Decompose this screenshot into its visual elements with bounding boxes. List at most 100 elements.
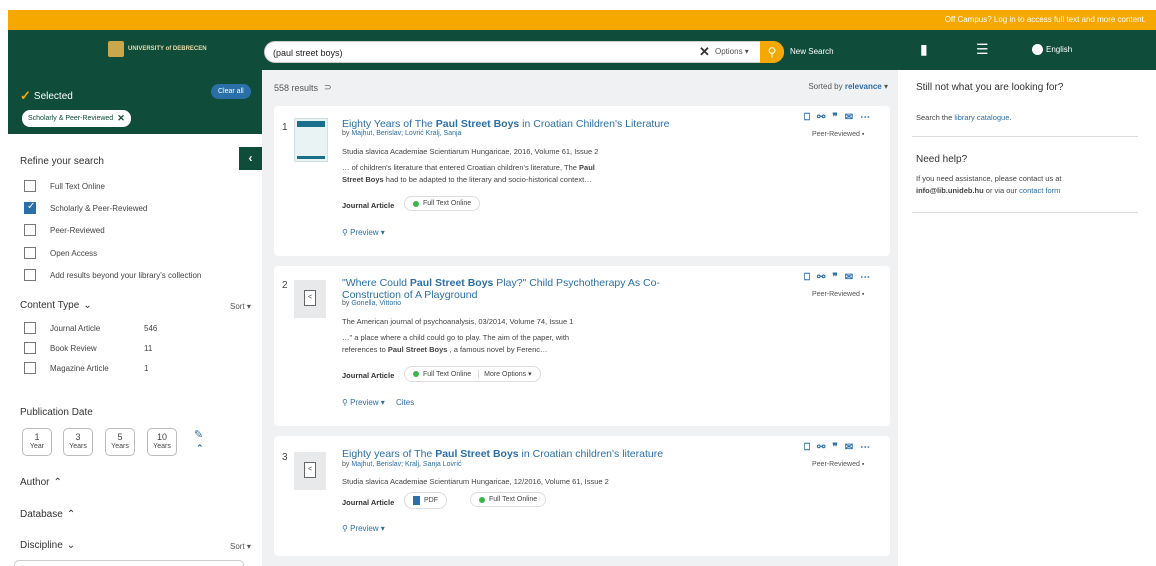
- result-title[interactable]: "Where Could Paul Street Boys Play?" Chi…: [342, 277, 672, 301]
- content-type-item[interactable]: Book Review 11: [24, 342, 184, 354]
- author-facet-toggle[interactable]: Author ⌃: [20, 477, 62, 488]
- title-text: in Croatian Children's Literature: [519, 118, 670, 130]
- rss-icon[interactable]: ⊃: [324, 82, 332, 93]
- email-icon[interactable]: ✉: [845, 112, 853, 123]
- filter-peer-reviewed[interactable]: Peer-Reviewed: [24, 224, 105, 236]
- preview-toggle[interactable]: ⚲ Preview ▾: [342, 524, 385, 533]
- document-thumbnail[interactable]: <: [294, 280, 326, 318]
- bookmark-icon[interactable]: ⎕: [804, 442, 810, 453]
- preview-toggle[interactable]: ⚲ Preview ▾: [342, 228, 385, 237]
- hint-text: Search the: [916, 113, 955, 122]
- cites-link[interactable]: Cites: [396, 398, 414, 407]
- bookmark-icon[interactable]: ⎕: [804, 112, 810, 123]
- chevron-left-icon: ‹: [248, 151, 253, 165]
- remove-chip-icon[interactable]: ✕: [117, 113, 125, 124]
- chevron-up-icon[interactable]: ⌃: [196, 443, 204, 454]
- publication-info: Studia slavica Academiae Scientiarum Hun…: [342, 147, 599, 156]
- filter-scholarly-peer-reviewed[interactable]: Scholarly & Peer-Reviewed: [24, 201, 147, 214]
- help-email[interactable]: info@lib.unideb.hu: [916, 186, 984, 195]
- filter-open-access[interactable]: Open Access: [24, 247, 97, 259]
- content-type-sort[interactable]: Sort ▾: [230, 302, 251, 311]
- authors-link[interactable]: Gonella, Vittorio: [351, 300, 401, 307]
- more-options-dropdown[interactable]: More Options ▾: [478, 370, 532, 378]
- year-unit: Years: [153, 443, 171, 450]
- cite-icon[interactable]: ❞: [832, 272, 837, 283]
- result-title[interactable]: Eighty years of The Paul Street Boys in …: [342, 448, 672, 460]
- pencil-icon[interactable]: ✎: [194, 428, 203, 441]
- year-filter-3[interactable]: 3 Years: [63, 428, 93, 456]
- pill-label: Full Text Online: [423, 370, 472, 378]
- year-unit: Years: [69, 443, 87, 450]
- pdf-button[interactable]: PDF: [404, 492, 447, 509]
- checkbox[interactable]: [24, 269, 36, 281]
- email-icon[interactable]: ✉: [845, 272, 853, 283]
- clear-search-icon[interactable]: ✕: [699, 44, 710, 60]
- link-icon[interactable]: ⚯: [817, 442, 825, 453]
- lock-icon: ▪: [861, 131, 865, 138]
- new-search-link[interactable]: New Search: [790, 47, 834, 56]
- discipline-facet-toggle[interactable]: Discipline ⌄: [20, 540, 75, 551]
- selected-filter-chip[interactable]: Scholarly & Peer-Reviewed ✕: [22, 110, 131, 127]
- book-cover-thumbnail[interactable]: [294, 118, 328, 162]
- cite-icon[interactable]: ❞: [832, 112, 837, 123]
- off-campus-message[interactable]: Off Campus? Log in to access full text a…: [945, 15, 1146, 24]
- language-selector[interactable]: English: [1032, 44, 1072, 55]
- database-facet-toggle[interactable]: Database ⌃: [20, 509, 75, 520]
- full-text-online-button[interactable]: Full Text Online: [470, 492, 547, 507]
- bookmark-icon[interactable]: ▮: [920, 41, 928, 58]
- clear-all-button[interactable]: Clear all: [211, 84, 251, 99]
- checkbox[interactable]: [24, 342, 36, 354]
- filter-full-text-online[interactable]: Full Text Online: [24, 180, 105, 192]
- content-type-toggle[interactable]: Content Type ⌄: [20, 300, 92, 311]
- link-icon[interactable]: ⚯: [817, 272, 825, 283]
- result-authors: by Gonella, Vittorio: [342, 300, 402, 307]
- checkbox[interactable]: [24, 322, 36, 334]
- more-icon[interactable]: ⋯: [860, 442, 870, 453]
- collapse-sidebar-button[interactable]: ‹: [239, 147, 262, 170]
- menu-icon[interactable]: ☰: [976, 41, 989, 58]
- options-dropdown[interactable]: Options ▾: [715, 47, 749, 56]
- sort-dropdown[interactable]: Sorted by relevance ▾: [808, 82, 888, 91]
- email-icon[interactable]: ✉: [845, 442, 853, 453]
- discipline-sort[interactable]: Sort ▾: [230, 542, 251, 551]
- checkbox[interactable]: [24, 362, 36, 374]
- checkbox[interactable]: [24, 224, 36, 236]
- university-logo[interactable]: UNIVERSITY of DEBRECEN: [108, 41, 207, 57]
- authors-link[interactable]: Majhut, Berislav; Lovrić Kralj, Sanja: [351, 130, 461, 137]
- year-filter-5[interactable]: 5 Years: [105, 428, 135, 456]
- result-actions: ⎕ ⚯ ❞ ✉ ⋯: [804, 442, 870, 453]
- full-text-online-button[interactable]: Full Text Online More Options ▾: [404, 366, 541, 382]
- year-filter-1[interactable]: 1 Year: [22, 428, 52, 456]
- result-actions: ⎕ ⚯ ❞ ✉ ⋯: [804, 272, 870, 283]
- content-type-item[interactable]: Journal Article 546: [24, 322, 184, 334]
- preview-label: Preview: [350, 398, 379, 407]
- content-type-item[interactable]: Magazine Article 1: [24, 362, 184, 374]
- link-icon[interactable]: ⚯: [817, 112, 825, 123]
- more-icon[interactable]: ⋯: [860, 112, 870, 123]
- results-count: 558 results ⊃: [274, 82, 332, 93]
- library-catalogue-link[interactable]: library catalogue: [954, 113, 1009, 122]
- preview-toggle[interactable]: ⚲ Preview ▾: [342, 398, 385, 407]
- publication-date-title: Publication Date: [20, 407, 93, 418]
- search-input[interactable]: [273, 46, 693, 60]
- search-button[interactable]: ⚲: [760, 41, 784, 63]
- cite-icon[interactable]: ❞: [832, 442, 837, 453]
- checkbox-checked[interactable]: [24, 201, 36, 214]
- contact-form-link[interactable]: contact form: [1019, 186, 1060, 195]
- full-text-online-button[interactable]: Full Text Online: [404, 196, 481, 211]
- result-authors: by Majhut, Berislav; Lovrić Kralj, Sanja: [342, 130, 462, 137]
- filter-beyond-collection[interactable]: Add results beyond your library's collec…: [24, 269, 201, 281]
- result-number: 3: [282, 452, 288, 463]
- authors-link[interactable]: Majhut, Berislav; Kralj, Sanja Lovrić: [351, 461, 461, 468]
- more-icon[interactable]: ⋯: [860, 272, 870, 283]
- bookmark-icon[interactable]: ⎕: [804, 272, 810, 283]
- database-title: Database: [20, 509, 63, 520]
- year-filter-10[interactable]: 10 Years: [147, 428, 177, 456]
- checkbox[interactable]: [24, 180, 36, 192]
- document-thumbnail[interactable]: <: [294, 452, 326, 490]
- result-title[interactable]: Eighty Years of The Paul Street Boys in …: [342, 118, 672, 130]
- chevron-up-icon: ⌃: [53, 477, 62, 488]
- checkbox[interactable]: [24, 247, 36, 259]
- help-sidebar: Still not what you are looking for? Sear…: [898, 70, 1156, 566]
- selected-title: ✓ Selected: [20, 88, 73, 104]
